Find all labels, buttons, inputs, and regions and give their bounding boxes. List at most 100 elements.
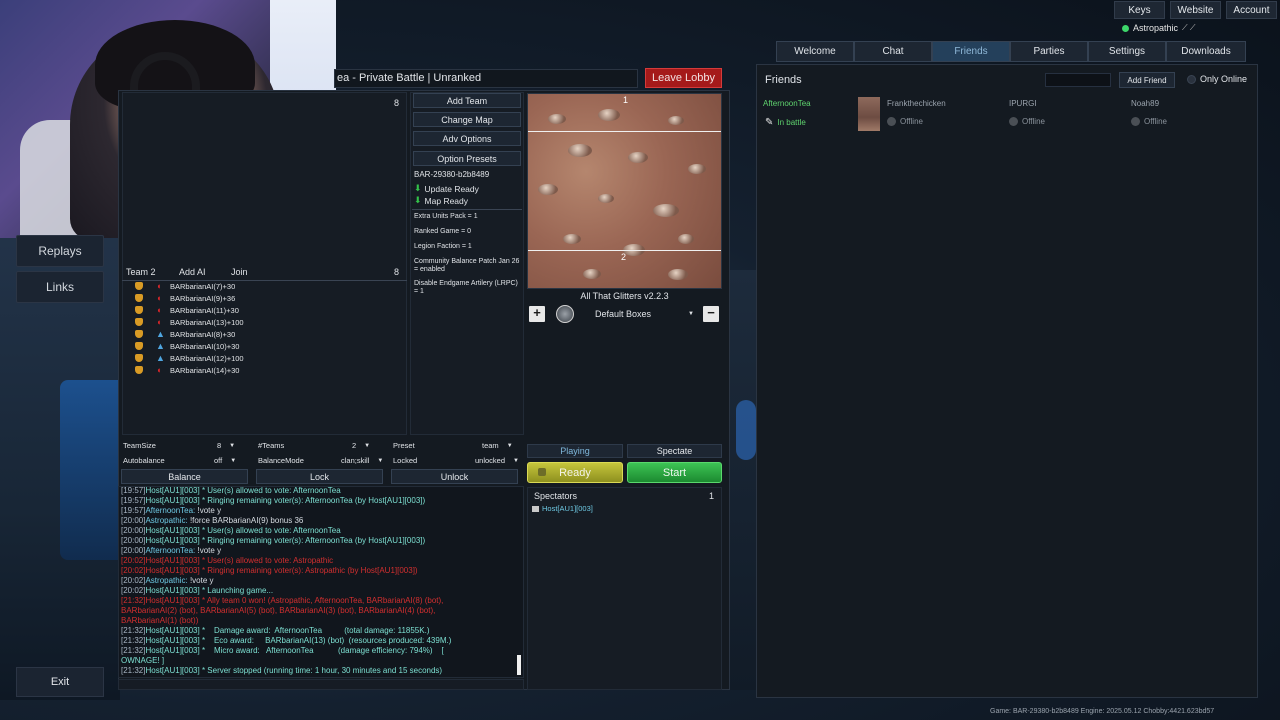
ai-player-row[interactable]: ◖ BARbarianAI(13)+100 xyxy=(135,316,244,328)
tab-friends[interactable]: Friends xyxy=(932,41,1010,62)
start-box-2-label: 2 xyxy=(621,252,627,262)
chat-timestamp: [19:57] xyxy=(121,486,146,495)
add-friend-button[interactable]: Add Friend xyxy=(1119,72,1175,88)
unlock-button[interactable]: Unlock xyxy=(391,469,518,484)
locked-select[interactable]: unlocked ▼ xyxy=(475,456,519,465)
map-preview[interactable]: 1 2 xyxy=(527,93,722,289)
tab-parties[interactable]: Parties xyxy=(1010,41,1088,62)
armada-faction-icon: ▲ xyxy=(156,352,165,363)
chat-timestamp: [20:00] xyxy=(121,526,146,535)
chat-message: [21:32]Host[AU1][003] * Server stopped (… xyxy=(121,666,442,676)
friend-card-frankthechicken[interactable]: Frankthechicken Offline xyxy=(887,95,1007,135)
preset-select[interactable]: team ▼ xyxy=(482,441,513,450)
ai-player-row[interactable]: ▲ BARbarianAI(10)+30 xyxy=(135,340,239,352)
ai-player-name: BARbarianAI(13)+100 xyxy=(170,317,244,327)
remove-box-button[interactable]: − xyxy=(703,306,719,322)
adv-options-button[interactable]: Adv Options xyxy=(413,131,521,146)
cortex-faction-icon: ◖ xyxy=(156,280,162,291)
ai-player-row[interactable]: ▲ BARbarianAI(12)+100 xyxy=(135,352,244,364)
online-dot-icon xyxy=(1122,24,1129,32)
balancemode-select[interactable]: clan;skill ▼ xyxy=(341,456,383,465)
chat-message: [21:32]Host[AU1][003] * Eco award: BARba… xyxy=(121,636,451,646)
ai-player-row[interactable]: ◖ BARbarianAI(14)+30 xyxy=(135,364,239,376)
spectators-count: 1 xyxy=(709,491,715,501)
account-link[interactable]: Account xyxy=(1226,1,1277,19)
chat-timestamp: [20:02] xyxy=(121,576,146,585)
option-item: Extra Units Pack = 1 xyxy=(414,213,478,220)
chat-message: [19:57]Host[AU1][003] * Ringing remainin… xyxy=(121,496,425,506)
rank-icon xyxy=(135,354,143,362)
teamsize-select[interactable]: 8 ▼ xyxy=(217,441,235,450)
start-boxes-select[interactable]: Default Boxes ▼ xyxy=(580,306,698,322)
add-ai-button[interactable]: Add AI xyxy=(179,267,206,277)
lock-button[interactable]: Lock xyxy=(256,469,383,484)
friend-card-afternoontea[interactable]: AfternoonTea ✎ In battle xyxy=(763,95,883,135)
option-presets-button[interactable]: Option Presets xyxy=(413,151,521,166)
friend-card-noah89[interactable]: Noah89 Offline xyxy=(1131,95,1241,135)
ai-player-row[interactable]: ◖ BARbarianAI(9)+36 xyxy=(135,292,235,304)
chat-timestamp: [20:02] xyxy=(121,556,146,565)
leave-lobby-button[interactable]: Leave Lobby xyxy=(645,68,722,88)
chat-author: Host[AU1][003] xyxy=(145,646,200,655)
chat-text: * Ringing remaining voter(s): Astropathi… xyxy=(199,566,418,575)
friend-search-input[interactable] xyxy=(1045,73,1111,87)
add-box-button[interactable]: + xyxy=(529,306,545,322)
only-online-toggle[interactable]: Only Online xyxy=(1187,74,1247,84)
autobalance-select[interactable]: off ▼ xyxy=(214,456,236,465)
team2-count: 8 xyxy=(394,267,400,277)
friend-status: Offline xyxy=(887,117,923,126)
add-team-button[interactable]: Add Team xyxy=(413,93,521,108)
chat-scrollbar[interactable] xyxy=(517,655,521,675)
ai-player-row[interactable]: ◖ BARbarianAI(7)+30 xyxy=(135,280,235,292)
map-rock xyxy=(568,144,592,157)
tab-settings[interactable]: Settings xyxy=(1088,41,1166,62)
teams-select[interactable]: 2 ▼ xyxy=(352,441,370,450)
host-icon xyxy=(532,505,539,512)
battle-map-thumbnail xyxy=(858,97,880,131)
spectator-item[interactable]: Host[AU1][003] xyxy=(532,504,593,513)
chat-message: [20:00]Host[AU1][003] * User(s) allowed … xyxy=(121,526,341,536)
rank-icon xyxy=(135,306,143,314)
chat-message: BARbarianAI(2) (bot), BARbarianAI(5) (bo… xyxy=(121,606,435,616)
update-ready-text: Update Ready xyxy=(424,183,479,194)
map-rock xyxy=(688,164,706,174)
friend-card-ipurgi[interactable]: IPURGI Offline xyxy=(1009,95,1119,135)
chat-input[interactable] xyxy=(118,679,524,690)
chat-text: * User(s) allowed to vote: AfternoonTea xyxy=(199,526,341,535)
lobby-title: ea - Private Battle | Unranked xyxy=(334,69,638,88)
tab-downloads[interactable]: Downloads xyxy=(1166,41,1246,62)
ai-player-row[interactable]: ◖ BARbarianAI(11)+30 xyxy=(135,304,239,316)
links-button[interactable]: Links xyxy=(16,271,104,303)
tab-chat[interactable]: Chat xyxy=(854,41,932,62)
chat-text: !vote y xyxy=(187,576,214,585)
spectate-toggle[interactable]: Spectate xyxy=(627,444,722,458)
website-link[interactable]: Website xyxy=(1170,1,1221,19)
team2-header: Team 2 Add AI Join 8 xyxy=(122,266,407,280)
balancemode-value: clan;skill xyxy=(341,456,370,465)
change-map-button[interactable]: Change Map xyxy=(413,112,521,127)
rank-icon xyxy=(135,330,143,338)
start-box-1-label: 1 xyxy=(623,95,629,105)
tab-welcome[interactable]: Welcome xyxy=(776,41,854,62)
exit-button[interactable]: Exit xyxy=(16,667,104,697)
rank-icon xyxy=(135,282,143,290)
preset-value: team xyxy=(482,441,499,450)
balance-button[interactable]: Balance xyxy=(121,469,248,484)
map-rock xyxy=(538,184,558,195)
chat-text: * User(s) allowed to vote: Astropathic xyxy=(199,556,334,565)
replays-button[interactable]: Replays xyxy=(16,235,104,267)
ai-player-row[interactable]: ▲ BARbarianAI(8)+30 xyxy=(135,328,235,340)
chat-author: Astropathic: xyxy=(145,576,188,585)
playing-toggle[interactable]: Playing xyxy=(527,444,623,458)
chat-timestamp: [20:02] xyxy=(121,566,146,575)
chat-text: * User(s) allowed to vote: AfternoonTea xyxy=(199,486,341,495)
keys-link[interactable]: Keys xyxy=(1114,1,1165,19)
join-team-button[interactable]: Join xyxy=(231,267,248,277)
background-glow-right xyxy=(736,400,756,460)
teams-value: 2 xyxy=(352,441,357,450)
download-arrow-icon: ⬇ xyxy=(414,195,422,205)
map-rock xyxy=(563,234,581,244)
globe-icon[interactable] xyxy=(556,305,574,323)
ai-player-name: BARbarianAI(12)+100 xyxy=(170,353,244,363)
start-button[interactable]: Start xyxy=(627,462,722,483)
